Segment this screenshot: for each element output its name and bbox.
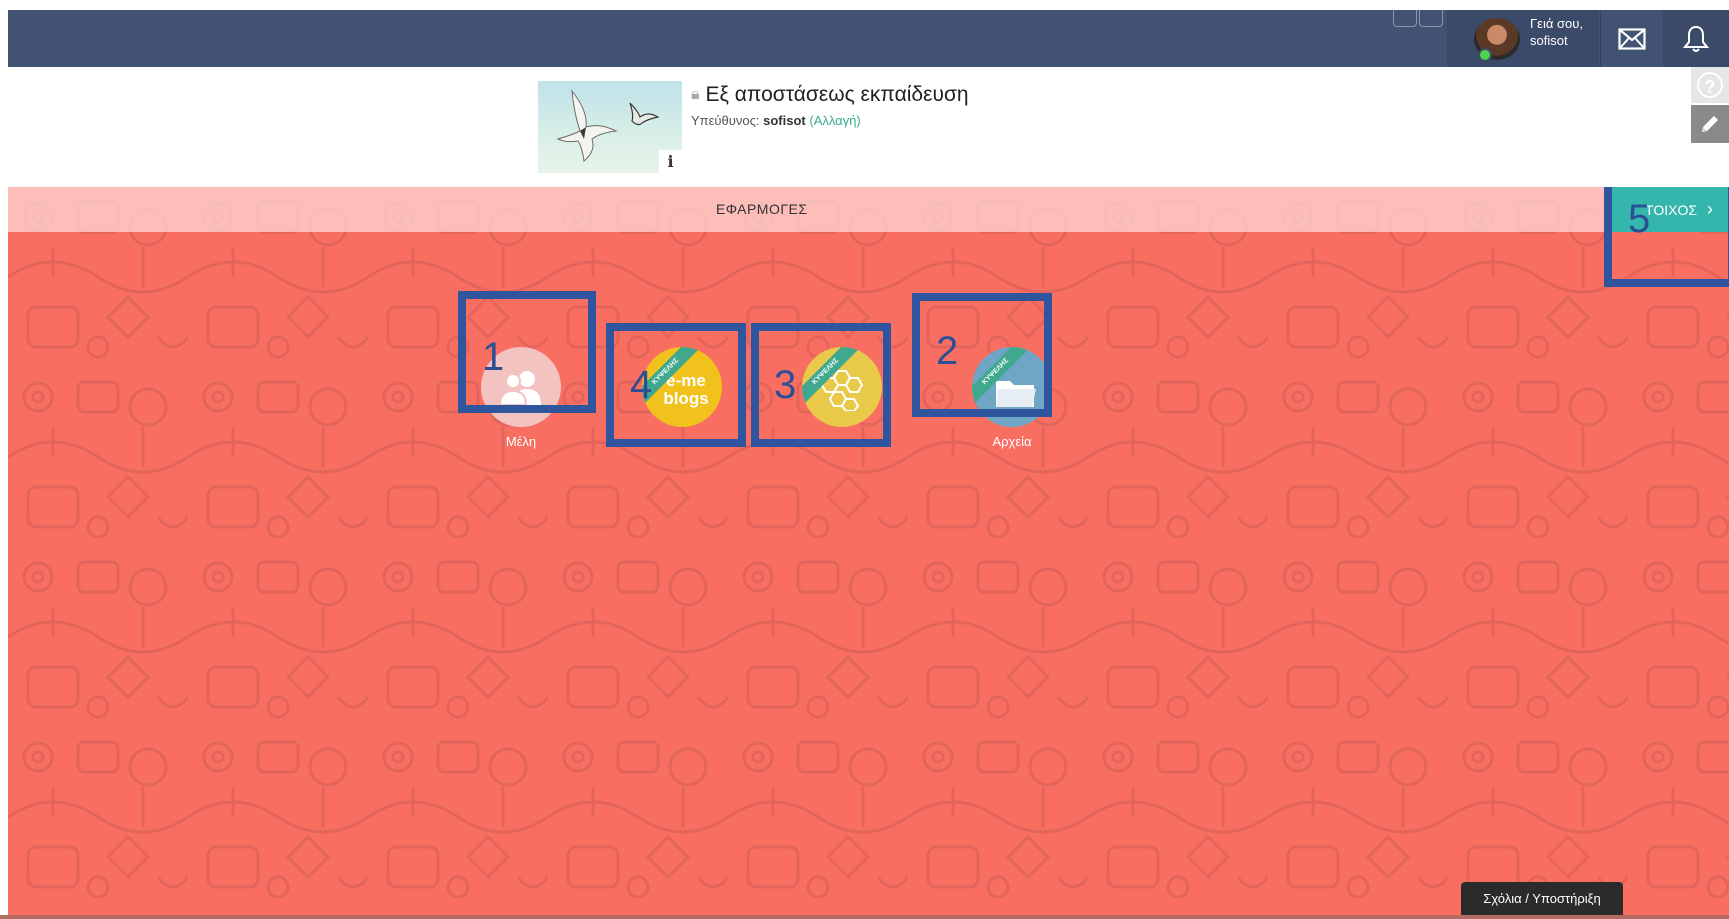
manager-label: Υπεύθυνος:: [691, 113, 760, 128]
bottom-strip: [0, 915, 1729, 919]
pencil-icon: [1702, 116, 1718, 132]
greeting-text: Γειά σου,: [1530, 15, 1583, 31]
tab-apps[interactable]: ΕΦΑΡΜΟΓΕΣ: [716, 201, 808, 217]
feedback-support-button[interactable]: Σχόλια / Υποστήριξη: [1461, 882, 1623, 915]
username-text: sofisot: [1530, 32, 1568, 48]
annotation-box-3: [751, 323, 891, 447]
change-manager-link[interactable]: (Αλλαγή): [809, 113, 860, 128]
notifications-button[interactable]: [1663, 10, 1729, 67]
annotation-box-5: [1604, 187, 1729, 287]
bell-icon: [1683, 25, 1709, 52]
app-members-label: Μέλη: [505, 434, 537, 449]
info-button[interactable]: i: [659, 150, 682, 173]
envelope-icon: [1618, 27, 1646, 50]
course-manager: Υπεύθυνος: sofisot (Αλλαγή): [691, 113, 861, 128]
annotation-box-2: [912, 293, 1052, 417]
side-tools: ?: [1691, 67, 1729, 143]
course-thumbnail[interactable]: i: [538, 81, 682, 173]
edit-button[interactable]: [1691, 105, 1729, 143]
annotation-box-4: [606, 323, 746, 447]
annotation-number-3: 3: [774, 363, 797, 407]
course-header: i 🔒︎ Εξ αποστάσεως εκπαίδευση Υπεύθυνος:…: [8, 67, 1729, 187]
annotation-number-2: 2: [936, 329, 959, 373]
feedback-label: Σχόλια / Υποστήριξη: [1483, 891, 1601, 906]
topbar-small-button[interactable]: [1419, 10, 1443, 27]
annotation-number-4: 4: [630, 363, 653, 407]
messages-button[interactable]: [1600, 10, 1663, 67]
help-icon: ?: [1697, 72, 1723, 98]
manager-name: sofisot: [763, 113, 806, 128]
apps-tabbar: ΕΦΑΡΜΟΓΕΣ ΤΟΙΧΟΣ ›: [8, 187, 1729, 232]
apps-area: ΕΦΑΡΜΟΓΕΣ ΤΟΙΧΟΣ › Μέλη ΚΥΨΕΛΗΣ e-me blog…: [8, 187, 1729, 919]
topbar-small-button[interactable]: [1393, 10, 1417, 27]
doodle-pattern-background: [8, 187, 1729, 919]
top-navbar: Γειά σου, sofisot: [8, 10, 1729, 67]
annotation-number-1: 1: [482, 335, 505, 379]
course-title: 🔒︎ Εξ αποστάσεως εκπαίδευση: [691, 83, 969, 107]
app-files-label: Αρχεία: [992, 434, 1032, 449]
avatar[interactable]: [1474, 17, 1520, 62]
course-title-text: Εξ αποστάσεως εκπαίδευση: [705, 83, 969, 106]
user-greeting: Γειά σου, sofisot: [1530, 16, 1583, 49]
lock-icon: 🔒︎: [691, 86, 700, 103]
user-menu[interactable]: Γειά σου, sofisot: [1447, 10, 1599, 67]
online-status-dot: [1478, 47, 1492, 62]
help-button[interactable]: ?: [1691, 67, 1729, 103]
annotation-number-5: 5: [1628, 197, 1651, 241]
annotation-box-1: [458, 291, 596, 413]
